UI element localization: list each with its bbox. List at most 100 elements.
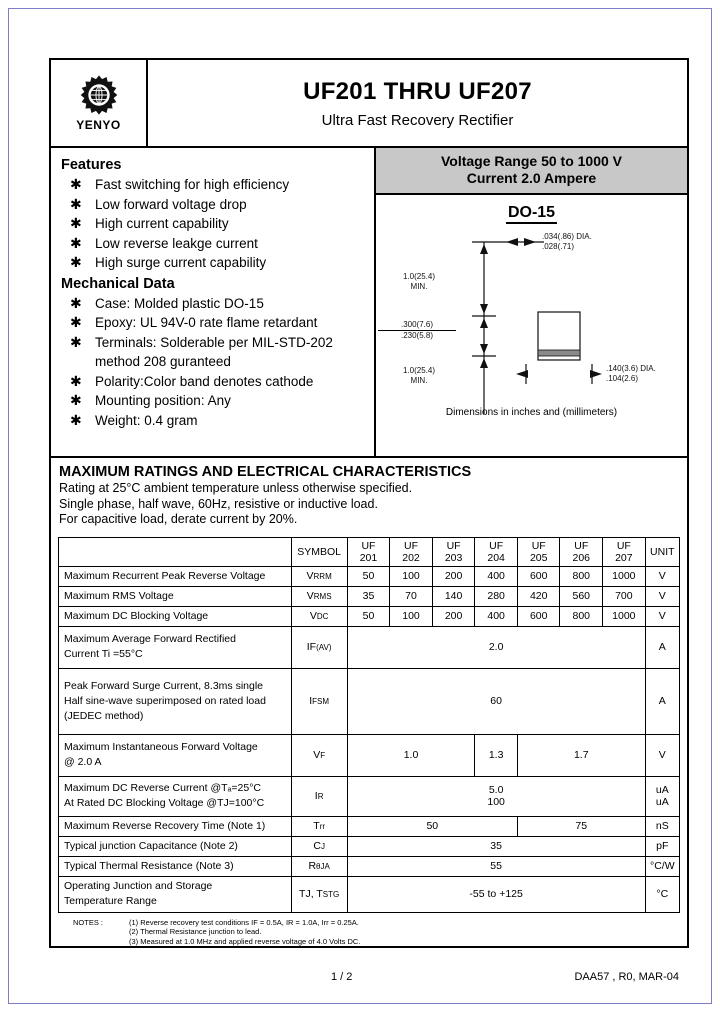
unit-cell: °C bbox=[644, 875, 681, 913]
unit-cell: V bbox=[644, 733, 681, 777]
dim-lead-diameter-unit: DIA. bbox=[576, 232, 592, 241]
title-block: YENYO UF201 THRU UF207 Ultra Fast Recove… bbox=[49, 58, 689, 148]
ratings-note-2: Single phase, half wave, 60Hz, resistive… bbox=[59, 496, 378, 511]
param-symbol: VF bbox=[290, 733, 348, 777]
param-label: Maximum Average Forward Rectified Curren… bbox=[58, 625, 292, 669]
value-cell: 1000 bbox=[602, 605, 646, 627]
param-label: Operating Junction and Storage Temperatu… bbox=[58, 875, 292, 913]
value-cell: 560 bbox=[559, 585, 604, 607]
header-part-uf202: UF 202 bbox=[389, 536, 433, 567]
asterisk-icon: ✱ bbox=[70, 314, 82, 330]
mech-text: Case: Molded plastic DO-15 bbox=[95, 295, 264, 311]
header-part-uf201: UF 201 bbox=[346, 536, 391, 567]
asterisk-icon: ✱ bbox=[70, 372, 82, 389]
list-item: ✱ High current capability bbox=[61, 214, 368, 234]
list-item: ✱ Weight: 0.4 gram bbox=[61, 411, 368, 431]
page-subtitle: Ultra Fast Recovery Rectifier bbox=[321, 111, 514, 129]
dim-body-diameter-unit: DIA. bbox=[640, 364, 656, 373]
list-item: ✱ Low forward voltage drop bbox=[61, 195, 368, 215]
param-label: Typical junction Capacitance (Note 2) bbox=[58, 835, 292, 857]
package-outline-drawing: 1.0(25.4) MIN. .300(7.6) .230(5.8) 1.0(2… bbox=[376, 224, 687, 422]
value-cell: 420 bbox=[516, 585, 561, 607]
note-text: (1) Reverse recovery test conditions IF … bbox=[129, 917, 359, 927]
page-border: YENYO UF201 THRU UF207 Ultra Fast Recove… bbox=[8, 8, 712, 1004]
list-item-continuation: method 208 guranteed bbox=[61, 352, 368, 372]
param-symbol: CJ bbox=[290, 835, 348, 857]
title-cell: UF201 THRU UF207 Ultra Fast Recovery Rec… bbox=[148, 60, 687, 146]
notes-label: NOTES : bbox=[73, 917, 104, 927]
ratings-heading: MAXIMUM RATINGS AND ELECTRICAL CHARACTER… bbox=[59, 464, 472, 480]
table-row-ifav: Maximum Average Forward Rectified Curren… bbox=[58, 625, 681, 669]
specifications-table: SYMBOL UF 201 UF 202 UF 203 UF 204 UF 205 UF 2… bbox=[58, 536, 681, 913]
list-item: ✱ Fast switching for high efficiency bbox=[61, 175, 368, 195]
unit-cell: V bbox=[644, 605, 681, 627]
dim-body-diameter: .140(3.6) DIA. .104(2.6) bbox=[606, 364, 656, 383]
value-cell-merged: 75 bbox=[516, 815, 646, 837]
value-cell: 400 bbox=[474, 605, 518, 627]
mech-text: Polarity:Color band denotes cathode bbox=[95, 373, 314, 389]
param-symbol: Trr bbox=[290, 815, 348, 837]
value-cell: 800 bbox=[559, 605, 604, 627]
feature-text: Low reverse leakge current bbox=[95, 235, 258, 251]
datasheet-sheet: YENYO UF201 THRU UF207 Ultra Fast Recove… bbox=[49, 58, 689, 948]
note-text: (3) Measured at 1.0 MHz and applied reve… bbox=[129, 936, 361, 946]
asterisk-icon: ✱ bbox=[70, 234, 82, 251]
value-cell-merged: 1.7 bbox=[516, 733, 646, 777]
asterisk-icon: ✱ bbox=[70, 333, 82, 350]
unit-cell: pF bbox=[644, 835, 681, 857]
unit-cell: uA uA bbox=[644, 775, 681, 817]
notes-block: NOTES : (1) Reverse recovery test conditi… bbox=[51, 913, 687, 947]
header-part-uf203: UF 203 bbox=[431, 536, 476, 567]
table-header-row: SYMBOL UF 201 UF 202 UF 203 UF 204 UF 205 UF 2… bbox=[58, 536, 681, 567]
table-row-vrrm: Maximum Recurrent Peak Reverse Voltage V… bbox=[58, 565, 681, 587]
list-item: ✱ Case: Molded plastic DO-15 bbox=[61, 294, 368, 314]
param-label: Maximum Recurrent Peak Reverse Voltage bbox=[58, 565, 292, 587]
list-item: ✱ Low reverse leakge current bbox=[61, 234, 368, 254]
value-cell-merged: 2.0 bbox=[346, 625, 646, 669]
value-cell: 800 bbox=[559, 565, 604, 587]
mech-text: Weight: 0.4 gram bbox=[95, 412, 198, 428]
param-label: Maximum Reverse Recovery Time (Note 1) bbox=[58, 815, 292, 837]
feature-text: Low forward voltage drop bbox=[95, 196, 247, 212]
voltage-range-line-1: Voltage Range 50 to 1000 V bbox=[440, 153, 623, 169]
asterisk-icon: ✱ bbox=[70, 176, 82, 192]
list-item: ✱ Polarity:Color band denotes cathode bbox=[61, 372, 368, 392]
asterisk-icon: ✱ bbox=[70, 392, 82, 408]
page-number: 1 / 2 bbox=[331, 971, 353, 983]
feature-text: High surge current capability bbox=[95, 255, 267, 270]
brand-name: YENYO bbox=[76, 118, 121, 132]
mech-text: Mounting position: Any bbox=[95, 393, 231, 408]
ratings-note-3: For capacitive load, derate current by 2… bbox=[59, 512, 298, 526]
unit-cell: A bbox=[644, 625, 681, 669]
param-label: Typical Thermal Resistance (Note 3) bbox=[58, 855, 292, 877]
value-cell: 280 bbox=[474, 585, 518, 607]
table-row-temperature: Operating Junction and Storage Temperatu… bbox=[58, 875, 681, 913]
page-footer: 1 / 2 DAA57 , R0, MAR-04 bbox=[41, 971, 679, 983]
dim-lead-length-top: 1.0(25.4) MIN. bbox=[402, 272, 436, 291]
value-cell: 100 bbox=[389, 605, 433, 627]
table-row-cj: Typical junction Capacitance (Note 2) CJ… bbox=[58, 835, 681, 857]
dim-body-length: .300(7.6) .230(5.8) bbox=[378, 320, 456, 341]
header-blank bbox=[58, 536, 292, 567]
note-row: NOTES : (1) Reverse recovery test conditi… bbox=[73, 918, 687, 928]
dim-lead-diameter: .034(.86) DIA. .028(.71) bbox=[542, 232, 592, 251]
value-cell: 200 bbox=[431, 605, 476, 627]
mech-text-cont: method 208 guranteed bbox=[95, 354, 231, 369]
table-row-ifsm: Peak Forward Surge Current, 8.3ms single… bbox=[58, 667, 681, 735]
table-row-ir: Maximum DC Reverse Current @Tₐ=25°C At R… bbox=[58, 775, 681, 817]
param-label: Peak Forward Surge Current, 8.3ms single… bbox=[58, 667, 292, 735]
asterisk-icon: ✱ bbox=[70, 195, 82, 212]
note-row: (3) Measured at 1.0 MHz and applied reve… bbox=[73, 937, 687, 947]
param-symbol: TJ, TSTG bbox=[290, 875, 348, 913]
voltage-range-line-2: Current 2.0 Ampere bbox=[466, 170, 597, 186]
param-symbol: RθJA bbox=[290, 855, 348, 877]
mechanical-data-heading: Mechanical Data bbox=[61, 275, 175, 292]
logo-cell: YENYO bbox=[51, 60, 148, 146]
param-symbol: VDC bbox=[290, 605, 348, 627]
table-row-trr: Maximum Reverse Recovery Time (Note 1) T… bbox=[58, 815, 681, 837]
ratings-section: MAXIMUM RATINGS AND ELECTRICAL CHARACTER… bbox=[49, 458, 689, 948]
note-text: (2) Thermal Resistance junction to lead. bbox=[129, 927, 262, 936]
asterisk-icon: ✱ bbox=[70, 215, 82, 231]
value-cell-merged: 50 bbox=[346, 815, 518, 837]
param-symbol: VRMS bbox=[290, 585, 348, 607]
